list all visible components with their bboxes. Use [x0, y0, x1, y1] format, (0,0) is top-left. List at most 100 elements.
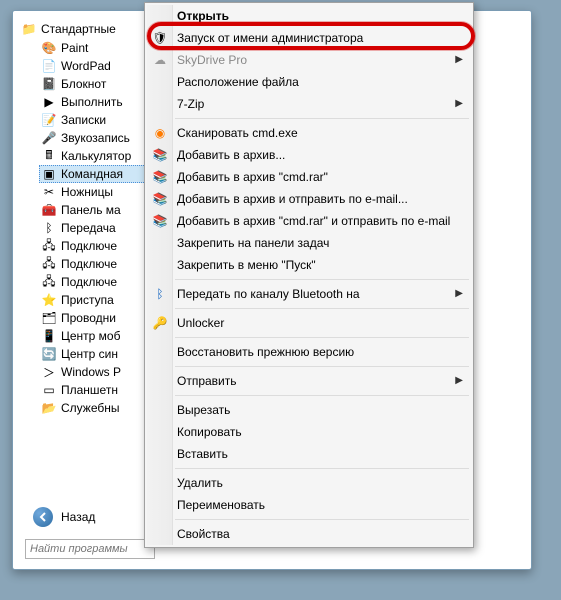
context-menu-item-label: Отправить [177, 374, 237, 388]
context-menu-item[interactable]: 🛡 Запуск от имени администратора [147, 27, 471, 49]
tablet-icon: ▭ [41, 382, 57, 398]
context-menu-item[interactable]: Свойства [147, 523, 471, 545]
tree-item-label: Звукозапись [61, 131, 130, 145]
rar-icon: 📚 [152, 169, 168, 185]
context-menu-item-label: Unlocker [177, 316, 224, 330]
sync-icon: 🔄 [41, 346, 57, 362]
rar-icon: 📚 [152, 147, 168, 163]
context-menu-separator [175, 279, 469, 280]
start-icon: ⭐ [41, 292, 57, 308]
tree-root-label: Стандартные [41, 22, 116, 36]
net-icon: 🖧 [41, 256, 57, 272]
context-menu-separator [175, 468, 469, 469]
net-icon: 🖧 [41, 274, 57, 290]
submenu-arrow-icon: ▶ [455, 288, 463, 299]
tree-item-label: Windows P [61, 365, 121, 379]
context-menu-item[interactable]: 🔑 Unlocker [147, 312, 471, 334]
tree-item-label: Передача [61, 221, 116, 235]
tree-item-label: WordPad [61, 59, 111, 73]
context-menu-item-label: Удалить [177, 476, 223, 490]
context-menu-item[interactable]: 📚 Добавить в архив... [147, 144, 471, 166]
context-menu-item[interactable]: Отправить ▶ [147, 370, 471, 392]
context-menu-item[interactable]: Расположение файла [147, 71, 471, 93]
context-menu-separator [175, 118, 469, 119]
tree-item-label: Служебны [61, 401, 120, 415]
context-menu-item-label: Добавить в архив и отправить по e-mail..… [177, 192, 408, 206]
context-menu-item-label: Добавить в архив "cmd.rar" [177, 170, 328, 184]
service-icon: 📂 [41, 400, 57, 416]
tree-item-label: Ножницы [61, 185, 113, 199]
net-icon: 🖧 [41, 238, 57, 254]
panel-icon: 🧰 [41, 202, 57, 218]
tree-item-label: Подключе [61, 239, 117, 253]
shield-icon: 🛡 [152, 30, 168, 46]
context-menu-item[interactable]: Удалить [147, 472, 471, 494]
rar-icon: 📚 [152, 213, 168, 229]
context-menu-item-label: Закрепить в меню "Пуск" [177, 258, 316, 272]
context-menu-item[interactable]: ᛒПередать по каналу Bluetooth на▶ [147, 283, 471, 305]
context-menu-item[interactable]: Закрепить на панели задач [147, 232, 471, 254]
back-button[interactable]: Назад [33, 507, 95, 527]
cloud-icon: ☁ [152, 52, 168, 68]
context-menu-separator [175, 395, 469, 396]
context-menu-item-label: Вставить [177, 447, 228, 461]
sound-icon: 🎤 [41, 130, 57, 146]
tree-item-label: Проводни [61, 311, 116, 325]
context-menu-item[interactable]: 📚 Добавить в архив "cmd.rar" [147, 166, 471, 188]
context-menu-item-label: Свойства [177, 527, 230, 541]
context-menu-separator [175, 519, 469, 520]
context-menu-item-label: Запуск от имени администратора [177, 31, 363, 45]
tree-item-label: Подключе [61, 275, 117, 289]
calc-icon: 🖩 [41, 148, 57, 164]
submenu-arrow-icon: ▶ [455, 375, 463, 386]
context-menu-item-label: SkyDrive Pro [177, 53, 247, 67]
submenu-arrow-icon: ▶ [455, 98, 463, 109]
context-menu-item-label: Вырезать [177, 403, 230, 417]
tree-item-label: Командная [61, 167, 123, 181]
notepad-icon: 📓 [41, 76, 57, 92]
tree-item-label: Блокнот [61, 77, 106, 91]
context-menu-item[interactable]: Открыть [147, 5, 471, 27]
back-arrow-icon [33, 507, 53, 527]
context-menu-separator [175, 308, 469, 309]
context-menu: Открыть 🛡 Запуск от имени администратора ☁ S… [144, 2, 474, 548]
tree-item-label: Paint [61, 41, 88, 55]
paint-icon: 🎨 [41, 40, 57, 56]
context-menu-item[interactable]: Закрепить в меню "Пуск" [147, 254, 471, 276]
context-menu-item-label: Переименовать [177, 498, 265, 512]
tree-item-label: Выполнить [61, 95, 123, 109]
context-menu-item-label: Добавить в архив... [177, 148, 285, 162]
context-menu-item-label: Восстановить прежнюю версию [177, 345, 354, 359]
context-menu-item[interactable]: Переименовать [147, 494, 471, 516]
context-menu-item[interactable]: Вырезать [147, 399, 471, 421]
submenu-arrow-icon: ▶ [455, 54, 463, 65]
context-menu-separator [175, 366, 469, 367]
context-menu-item[interactable]: 7-Zip▶ [147, 93, 471, 115]
context-menu-separator [175, 337, 469, 338]
cmd-icon: ▣ [41, 166, 57, 182]
context-menu-item[interactable]: ◉ Сканировать cmd.exe [147, 122, 471, 144]
tree-item-label: Центр син [61, 347, 118, 361]
tree-item-label: Планшетн [61, 383, 118, 397]
back-label: Назад [61, 510, 95, 524]
tree-item-label: Записки [61, 113, 106, 127]
context-menu-item-label: Передать по каналу Bluetooth на [177, 287, 360, 301]
run-icon: ▶ [41, 94, 57, 110]
context-menu-item[interactable]: Восстановить прежнюю версию [147, 341, 471, 363]
context-menu-item-label: Сканировать cmd.exe [177, 126, 298, 140]
key-icon: 🔑 [152, 315, 168, 331]
context-menu-item[interactable]: 📚Добавить в архив "cmd.rar" и отправить … [147, 210, 471, 232]
context-menu-item[interactable]: 📚 Добавить в архив и отправить по e-mail.… [147, 188, 471, 210]
context-menu-item[interactable]: ☁ SkyDrive Pro ▶ [147, 49, 471, 71]
explorer-icon: 🗂 [41, 310, 57, 326]
context-menu-item[interactable]: Копировать [147, 421, 471, 443]
search-input[interactable] [25, 539, 155, 559]
folder-icon: 📁 [21, 21, 37, 37]
avast-icon: ◉ [152, 125, 168, 141]
tree-item-label: Приступа [61, 293, 114, 307]
context-menu-item[interactable]: Вставить [147, 443, 471, 465]
tree-item-label: Калькулятор [61, 149, 131, 163]
context-menu-item-label: Расположение файла [177, 75, 299, 89]
context-menu-item-label: Закрепить на панели задач [177, 236, 329, 250]
rar-icon: 📚 [152, 191, 168, 207]
